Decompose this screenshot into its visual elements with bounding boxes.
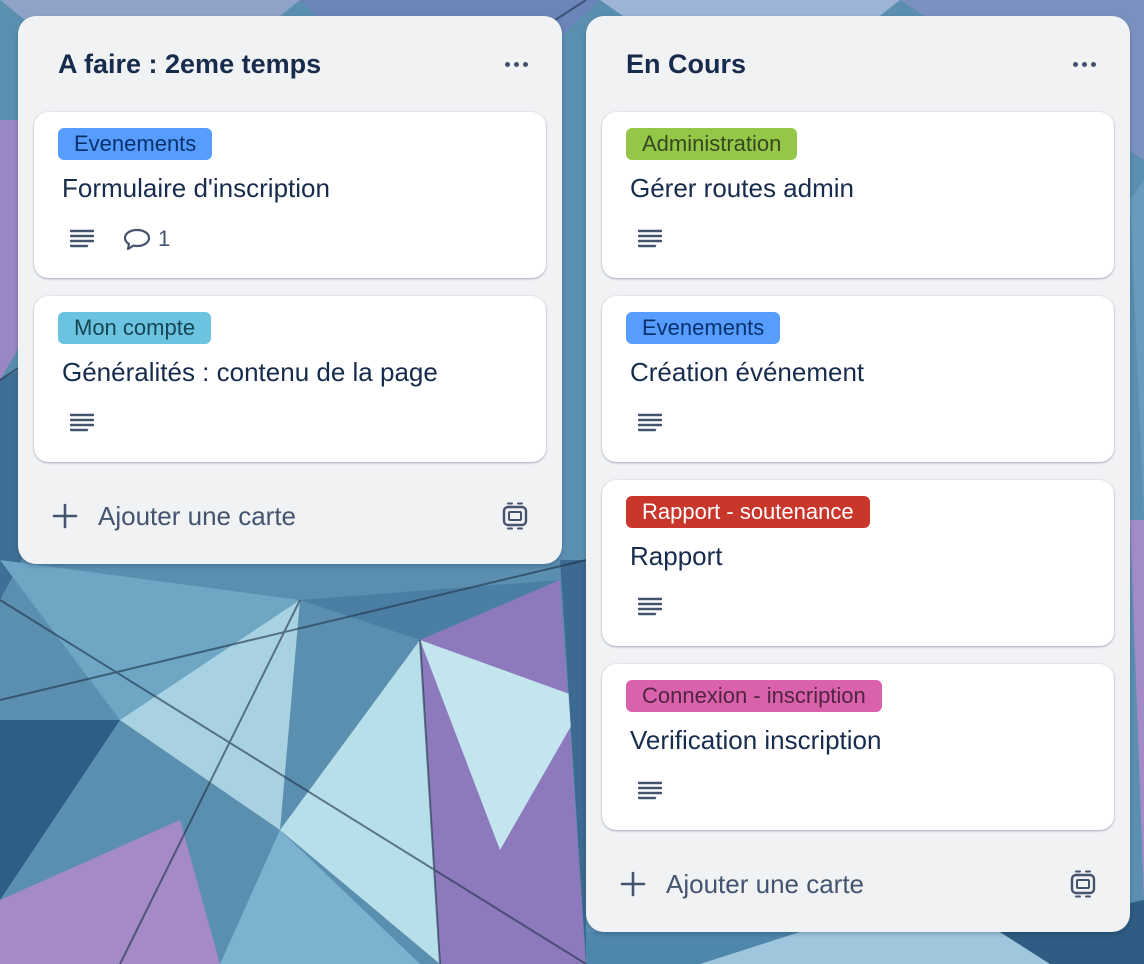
add-card-button[interactable]: Ajouter une carte bbox=[618, 864, 864, 904]
card-label[interactable]: Mon compte bbox=[58, 312, 212, 344]
card-title: Formulaire d'inscription bbox=[62, 173, 330, 203]
more-horizontal-icon bbox=[1072, 61, 1078, 67]
card-title: Rapport bbox=[630, 541, 723, 571]
list-title[interactable]: En Cours bbox=[626, 46, 746, 82]
card-title: Gérer routes admin bbox=[630, 173, 854, 203]
list-column-en-cours: En Cours Administration Gérer routes adm… bbox=[586, 16, 1130, 932]
description-icon bbox=[637, 413, 663, 432]
comment-count: 1 bbox=[158, 226, 171, 251]
description-icon bbox=[637, 229, 663, 248]
description-icon bbox=[69, 413, 95, 432]
plus-icon bbox=[52, 503, 78, 529]
card-badges bbox=[636, 224, 690, 254]
card[interactable]: Rapport - soutenance Rapport bbox=[602, 480, 1114, 646]
card-template-icon[interactable] bbox=[1068, 869, 1098, 899]
card[interactable]: Connexion - inscription Verification ins… bbox=[602, 664, 1114, 830]
description-icon bbox=[637, 597, 663, 616]
card-label[interactable]: Evenements bbox=[58, 128, 213, 160]
card-label[interactable]: Connexion - inscription bbox=[626, 680, 882, 712]
card[interactable]: Evenements Formulaire d'inscription 1 bbox=[34, 112, 546, 278]
card-label[interactable]: Administration bbox=[626, 128, 798, 160]
card-badges bbox=[636, 592, 690, 622]
card[interactable]: Administration Gérer routes admin bbox=[602, 112, 1114, 278]
comment-icon bbox=[123, 228, 151, 251]
card-label[interactable]: Rapport - soutenance bbox=[626, 496, 870, 528]
card-title: Création événement bbox=[630, 357, 865, 387]
card-title: Verification inscription bbox=[630, 725, 882, 755]
card-badges bbox=[68, 408, 122, 438]
card[interactable]: Evenements Création événement bbox=[602, 296, 1114, 462]
list-menu-button[interactable] bbox=[1062, 46, 1106, 82]
more-horizontal-icon bbox=[504, 61, 510, 67]
card-badges: 1 bbox=[68, 224, 170, 254]
card-label[interactable]: Evenements bbox=[626, 312, 781, 344]
list-menu-button[interactable] bbox=[494, 46, 538, 82]
plus-icon bbox=[620, 871, 646, 897]
card-badges bbox=[636, 776, 690, 806]
card-title: Généralités : contenu de la page bbox=[62, 357, 438, 387]
add-card-label: Ajouter une carte bbox=[98, 500, 297, 531]
add-card-button[interactable]: Ajouter une carte bbox=[50, 496, 296, 536]
card[interactable]: Mon compte Généralités : contenu de la p… bbox=[34, 296, 546, 462]
list-column-a-faire: A faire : 2eme temps Evenements Formulai… bbox=[18, 16, 562, 564]
comment-count-badge: 1 bbox=[122, 224, 170, 254]
card-template-icon[interactable] bbox=[500, 501, 530, 531]
description-icon bbox=[637, 781, 663, 800]
description-icon bbox=[69, 229, 95, 248]
card-badges bbox=[636, 408, 690, 438]
add-card-label: Ajouter une carte bbox=[666, 868, 865, 899]
list-title[interactable]: A faire : 2eme temps bbox=[58, 46, 321, 82]
